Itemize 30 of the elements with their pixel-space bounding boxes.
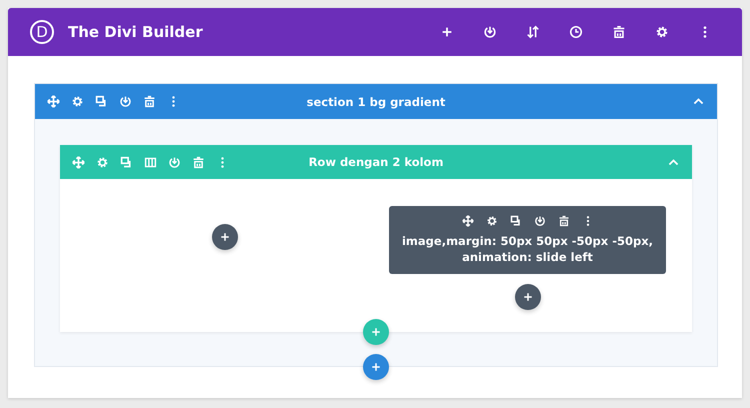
- section-title: section 1 bg gradient: [306, 94, 446, 108]
- row-title: Row dengan 2 kolom: [308, 155, 444, 169]
- trash-icon[interactable]: [558, 215, 570, 227]
- duplicate-icon[interactable]: [95, 95, 108, 108]
- plus-icon[interactable]: [440, 25, 454, 39]
- history-icon[interactable]: [569, 25, 583, 39]
- settings-icon[interactable]: [71, 95, 84, 108]
- duplicate-icon[interactable]: [510, 215, 522, 227]
- trash-icon[interactable]: [612, 25, 626, 39]
- sort-icon[interactable]: [526, 25, 540, 39]
- add-module-button[interactable]: [212, 224, 238, 250]
- add-module-button[interactable]: [514, 284, 540, 310]
- plus-icon: [522, 291, 534, 304]
- builder-title: The Divi Builder: [68, 23, 203, 41]
- move-icon[interactable]: [462, 215, 474, 227]
- download-icon[interactable]: [119, 95, 132, 108]
- logo: D: [30, 20, 54, 44]
- plus-icon: [370, 326, 382, 338]
- move-icon[interactable]: [47, 95, 60, 108]
- settings-icon[interactable]: [655, 25, 669, 39]
- settings-icon[interactable]: [486, 215, 498, 227]
- add-row-button[interactable]: [363, 319, 389, 346]
- trash-icon[interactable]: [143, 95, 156, 108]
- plus-icon: [370, 361, 382, 374]
- download-icon[interactable]: [534, 215, 546, 227]
- add-section-button[interactable]: [363, 354, 389, 380]
- columns-icon[interactable]: [144, 156, 157, 168]
- download-icon[interactable]: [483, 25, 497, 39]
- plus-icon: [218, 231, 230, 243]
- module-label: image,margin: 50px 50px -50px -50px, animation: slide left: [401, 233, 654, 266]
